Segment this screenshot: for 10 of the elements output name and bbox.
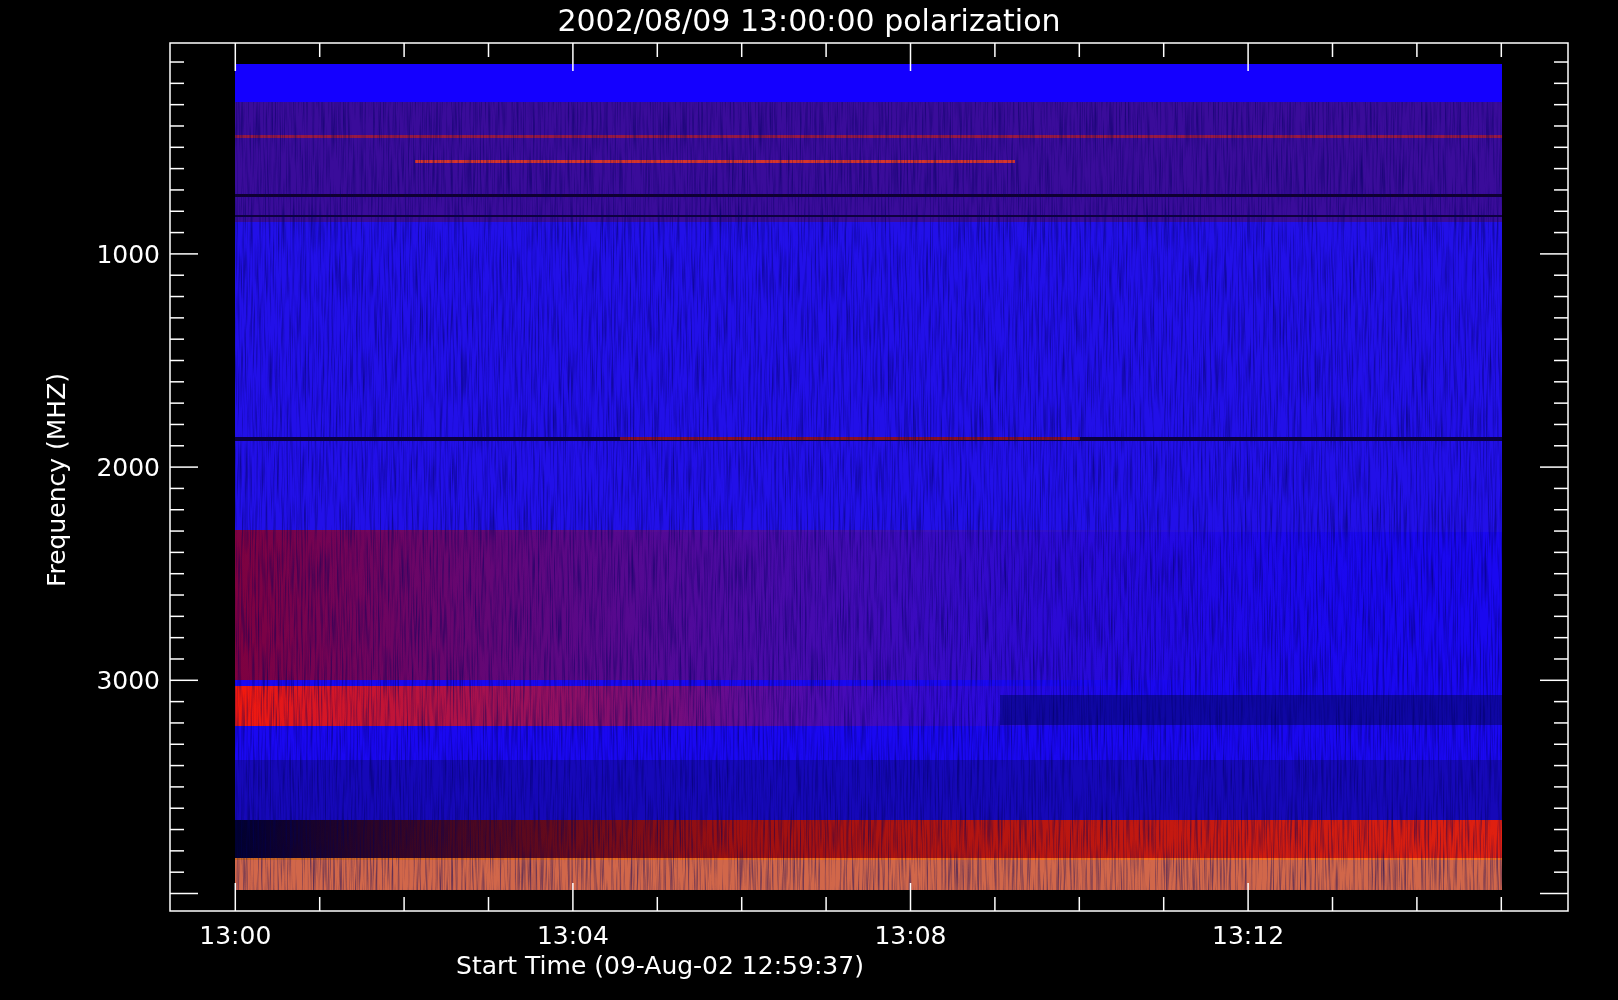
- axis-label: Start Time (09-Aug-02 12:59:37): [456, 951, 864, 980]
- chart-title: 2002/08/09 13:00:00 polarization: [557, 3, 1061, 38]
- tick-label: 2000: [96, 453, 160, 483]
- tick-label: 13:12: [1212, 921, 1285, 950]
- axis-label: Frequency (MHZ): [42, 372, 71, 588]
- tick-label: 13:00: [199, 921, 272, 950]
- tick-label: 13:08: [874, 921, 947, 950]
- tick-label: 13:04: [536, 921, 609, 950]
- tick-label: 1000: [96, 239, 160, 269]
- tick-label: 3000: [96, 666, 160, 696]
